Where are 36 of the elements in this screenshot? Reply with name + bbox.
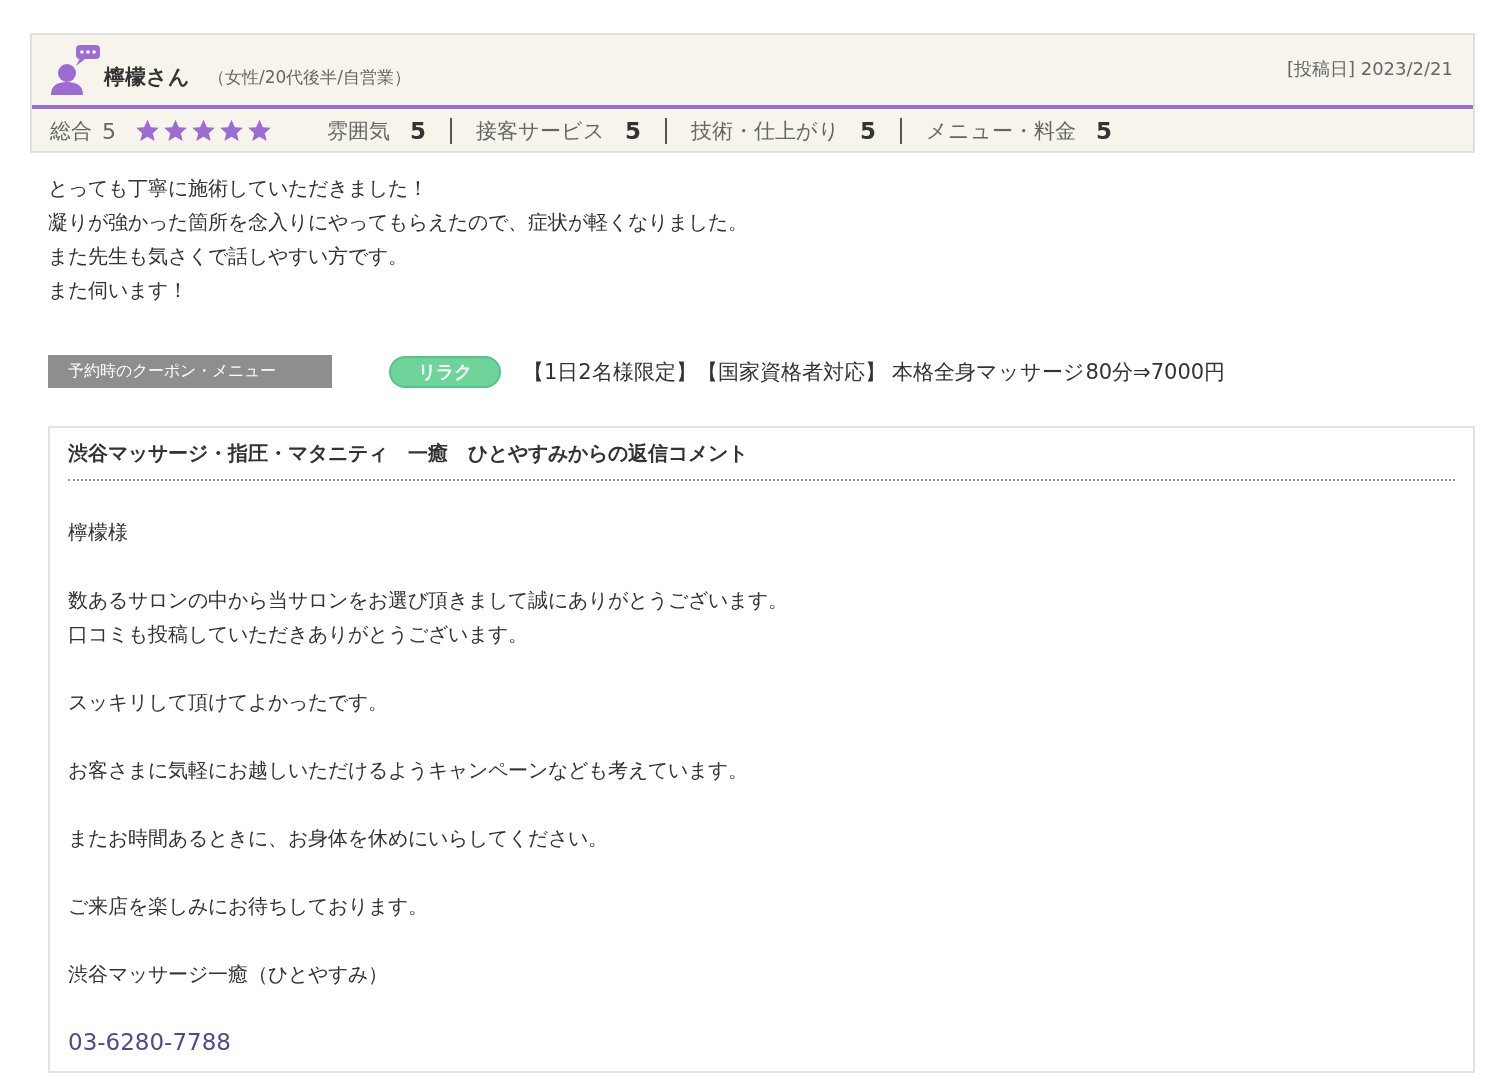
reviewer-name: 檸檬さん bbox=[104, 64, 190, 91]
coupon-menu-text: 【1日2名様限定】【国家資格者対応】 本格全身マッサージ80分⇒7000円 bbox=[523, 358, 1226, 386]
reply-text-line: またお時間あるときに、お身体を休めにいらしてください。 bbox=[68, 825, 609, 852]
reply-text-line: 口コミも投稿していただきありがとうございます。 bbox=[68, 621, 529, 648]
star-icon bbox=[246, 118, 273, 144]
rating-label: メニュー・料金 bbox=[926, 118, 1077, 144]
reply-text-line: 檸檬様 bbox=[68, 519, 129, 546]
review-text-line: また先生も気さくで話しやすい方です。 bbox=[48, 243, 409, 270]
user-speech-icon bbox=[50, 43, 100, 95]
reply-text-line: スッキリして頂けてよかったです。 bbox=[68, 689, 389, 716]
rating-score: 5 bbox=[410, 118, 426, 144]
phone-link[interactable]: 03-6280-7788 bbox=[68, 1025, 1455, 1059]
star-icon bbox=[218, 118, 245, 144]
posted-date: [投稿日] 2023/2/21 bbox=[1286, 57, 1453, 81]
rating-label: 雰囲気 bbox=[327, 118, 390, 144]
reply-text-line: ご来店を楽しみにお待ちしております。 bbox=[68, 893, 429, 920]
review-text-line: とっても丁寧に施術していただきました！ bbox=[48, 175, 429, 202]
rating-label: 技術・仕上がり bbox=[691, 118, 841, 144]
rating-score: 5 bbox=[1096, 118, 1113, 144]
overall-score: 5 bbox=[102, 118, 116, 144]
rating-label: 接客サービス bbox=[476, 118, 605, 144]
reply-text-line: お客さまに気軽にお越しいただけるようキャンペーンなども考えています。 bbox=[68, 757, 749, 784]
star-icon bbox=[190, 118, 217, 144]
reviewer-profile: （女性/20代後半/自営業） bbox=[208, 66, 412, 89]
overall-label: 総合 bbox=[50, 118, 92, 145]
coupon-label: 予約時のクーポン・メニュー bbox=[48, 355, 332, 388]
review-text-line: 凝りが強かった箇所を念入りにやってもらえたので、症状が軽くなりました。 bbox=[48, 209, 749, 236]
star-icon bbox=[162, 118, 189, 144]
rating-score: 5 bbox=[625, 118, 642, 144]
reply-text-line: 数あるサロンの中から当サロンをお選び頂きまして誠にありがとうございます。 bbox=[68, 587, 789, 614]
category-tag: リラク bbox=[389, 355, 501, 388]
star-icon bbox=[134, 118, 161, 144]
reply-text-line: 渋谷マッサージ一癒（ひとやすみ） bbox=[68, 961, 389, 988]
reply-title: 渋谷マッサージ・指圧・マタニティ 一癒 ひとやすみからの返信コメント bbox=[68, 440, 1455, 481]
rating-score: 5 bbox=[860, 118, 877, 144]
review-text-line: また伺います！ bbox=[48, 277, 189, 304]
